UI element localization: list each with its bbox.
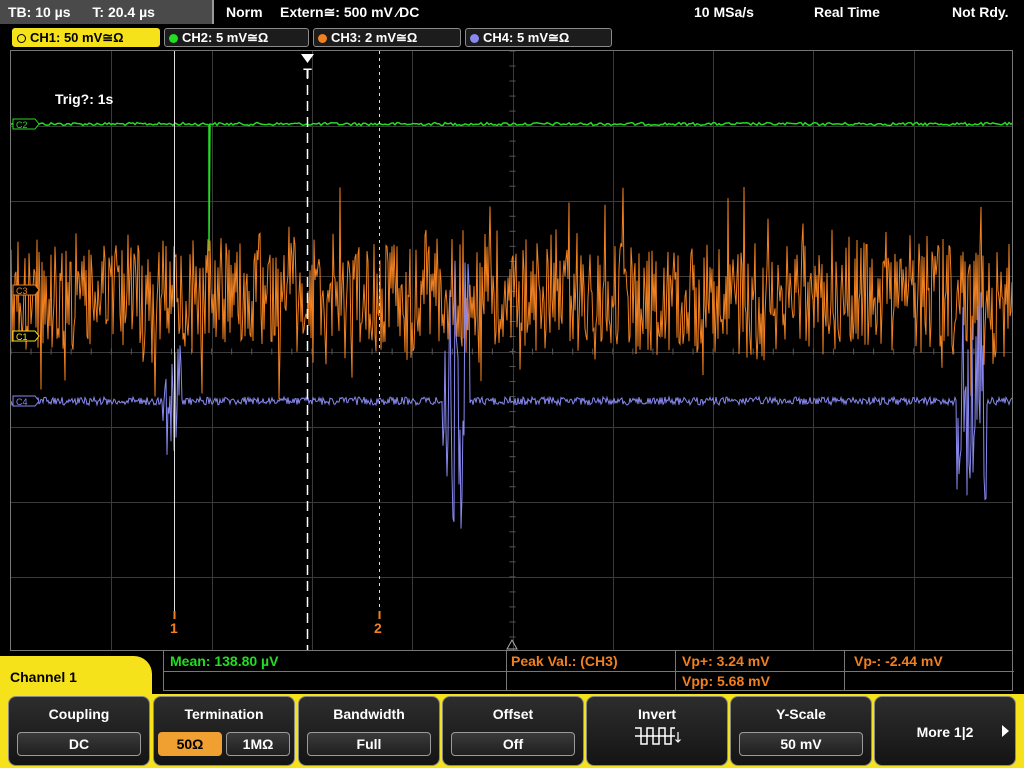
invert-button[interactable]: Invert: [586, 696, 728, 766]
y-scale-title: Y-Scale: [776, 706, 826, 722]
traces: [11, 121, 1012, 529]
graticule: [11, 51, 1012, 650]
trigger-mode[interactable]: Norm: [226, 0, 263, 24]
channel-tab-ch4[interactable]: CH4: 5 mV≅Ω: [465, 28, 612, 47]
termination-1mohm-option[interactable]: 1MΩ: [226, 732, 290, 756]
termination-50ohm-option[interactable]: 50Ω: [158, 732, 222, 756]
ch3-dot-icon: [318, 34, 327, 43]
trigger-time-value: T: 20.4 µs: [92, 4, 155, 20]
channel-tabs: CH1: 50 mV≅Ω CH2: 5 mV≅Ω CH3: 2 mV≅Ω CH4…: [0, 26, 1024, 48]
channel-tab-ch2[interactable]: CH2: 5 mV≅Ω: [164, 28, 309, 47]
channel-tab-ch1[interactable]: CH1: 50 mV≅Ω: [12, 28, 160, 47]
ch4-label: CH4: 5 mV≅Ω: [483, 30, 570, 45]
channel-level-label: C2: [16, 120, 28, 130]
vpp: Vpp: 5.68 mV: [682, 673, 770, 689]
coupling-title: Coupling: [48, 706, 110, 722]
waveform-display[interactable]: T C2 C3 C1 C4 Trig?: 1s 1 2: [10, 50, 1013, 651]
channel-level-label: C4: [16, 397, 28, 407]
offset-title: Offset: [492, 706, 534, 722]
channel-level-label: C3: [16, 286, 28, 296]
waveform-canvas: T C2 C3 C1 C4: [11, 51, 1012, 650]
status-bar: TB: 10 µs T: 20.4 µs Norm Extern≅: 500 m…: [0, 0, 1024, 24]
markers: T C2 C3 C1 C4: [12, 51, 518, 650]
coupling-value: DC: [17, 732, 141, 756]
ch2-dot-icon: [169, 34, 178, 43]
vp-plus: Vp+: 3.24 mV: [682, 653, 770, 669]
run-status: Not Rdy.: [952, 4, 1009, 20]
timebase-value: TB: 10 µs: [8, 4, 71, 20]
channel-level-label: C1: [16, 332, 28, 342]
ch4-dot-icon: [470, 34, 479, 43]
offset-value: Off: [451, 732, 575, 756]
ch3-trace: [11, 186, 1012, 400]
peak-label: Peak Val.: (CH3): [511, 653, 618, 669]
cursor-1-label: 1: [170, 620, 178, 636]
more-button[interactable]: More 1|2: [874, 696, 1016, 766]
timebase-box[interactable]: TB: 10 µs T: 20.4 µs: [0, 0, 214, 24]
softkey-bar: Coupling DC Termination 50Ω 1MΩ Bandwidt…: [0, 694, 1024, 768]
invert-waveform-icon: [635, 727, 681, 745]
bandwidth-button[interactable]: Bandwidth Full: [298, 696, 440, 766]
meas-divider: [506, 651, 507, 691]
ch3-label: CH3: 2 mV≅Ω: [331, 30, 418, 45]
ch2-label: CH2: 5 mV≅Ω: [182, 30, 269, 45]
invert-title: Invert: [637, 706, 677, 722]
offset-button[interactable]: Offset Off: [442, 696, 584, 766]
termination-button[interactable]: Termination 50Ω 1MΩ: [153, 696, 295, 766]
meas-divider: [844, 651, 845, 691]
center-marker-icon: [506, 638, 518, 650]
mean-measurement: Mean: 138.80 µV: [170, 653, 279, 669]
trigger-source[interactable]: Extern≅: 500 mV ⁄DC: [280, 0, 419, 24]
termination-title: Termination: [184, 706, 264, 722]
y-scale-value: 50 mV: [739, 732, 863, 756]
channel-tab-ch3[interactable]: CH3: 2 mV≅Ω: [313, 28, 461, 47]
sample-rate: 10 MSa/s: [694, 4, 754, 20]
meas-divider: [164, 671, 1014, 672]
cursor-2-label: 2: [374, 620, 382, 636]
arrow-right-icon: [1002, 725, 1009, 737]
bandwidth-title: Bandwidth: [333, 706, 405, 722]
trigger-marker-label: T: [303, 65, 312, 81]
ch1-label: CH1: 50 mV≅Ω: [30, 30, 124, 45]
meas-divider: [675, 651, 676, 691]
vp-minus: Vp-: -2.44 mV: [854, 653, 943, 669]
bandwidth-value: Full: [307, 732, 431, 756]
y-scale-button[interactable]: Y-Scale 50 mV: [730, 696, 872, 766]
acquisition-mode: Real Time: [814, 4, 880, 20]
measurement-panel: Mean: 138.80 µV Peak Val.: (CH3) Vp+: 3.…: [163, 651, 1014, 691]
coupling-button[interactable]: Coupling DC: [8, 696, 150, 766]
ch1-dot-icon: [17, 34, 26, 43]
trigger-info: Trig?: 1s: [55, 91, 114, 107]
more-label: More 1|2: [916, 724, 974, 740]
menu-title: Channel 1: [0, 656, 152, 696]
